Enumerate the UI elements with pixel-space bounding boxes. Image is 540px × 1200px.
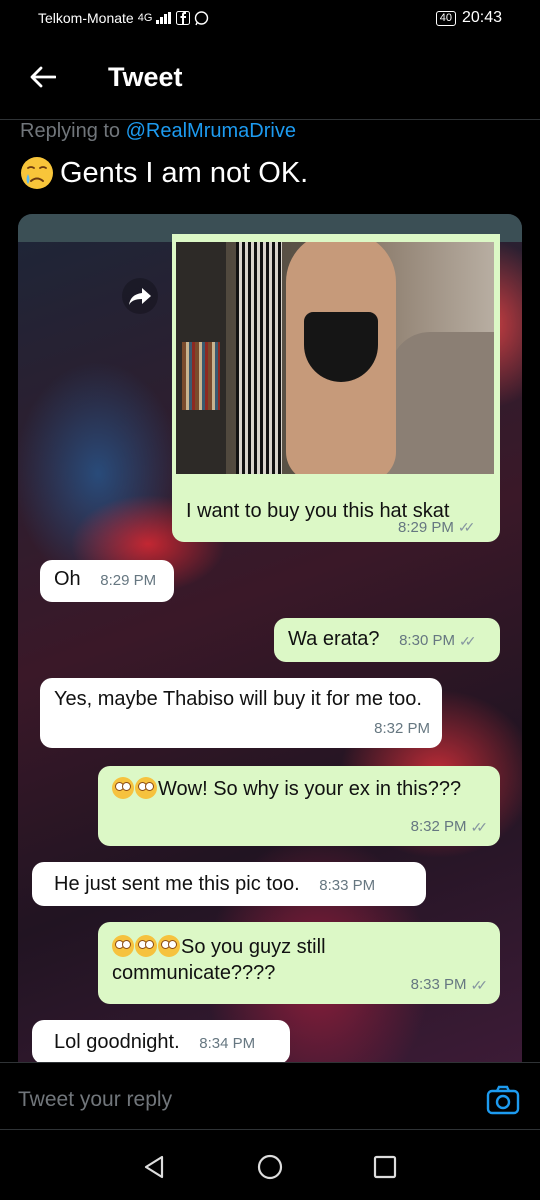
message-meta: 8:32 PM bbox=[374, 716, 430, 742]
chat-message-outgoing: I want to buy you this hat skat bbox=[172, 234, 500, 542]
message-time: 8:32 PM bbox=[374, 720, 430, 737]
carrier-name: Telkom-Monate bbox=[38, 10, 134, 26]
nav-recents-icon[interactable] bbox=[370, 1152, 400, 1182]
chat-message-incoming: Lol goodnight. 8:34 PM bbox=[32, 1020, 290, 1062]
chair bbox=[390, 332, 494, 474]
message-meta: 8:30 PM ✓✓ bbox=[399, 628, 477, 654]
status-right: 40 20:43 bbox=[435, 9, 502, 27]
battery-icon: 40 bbox=[435, 10, 456, 26]
chat-message-outgoing: So you guyz still communicate???? 8:33 P… bbox=[98, 922, 500, 1004]
status-bar: Telkom-Monate 4G 40 20:43 bbox=[0, 0, 540, 38]
flushed-face-emoji-icon bbox=[135, 935, 157, 957]
message-text: Yes, maybe Thabiso will buy it for me to… bbox=[54, 688, 422, 710]
message-time: 8:32 PM bbox=[410, 818, 467, 835]
read-ticks-icon: ✓✓ bbox=[457, 519, 476, 535]
message-text: Wa erata? bbox=[288, 628, 380, 650]
chat-message-incoming: Oh 8:29 PM bbox=[40, 560, 174, 602]
crying-face-emoji-icon bbox=[21, 157, 53, 189]
flushed-face-emoji-icon bbox=[135, 777, 157, 799]
flushed-face-emoji-icon bbox=[112, 935, 134, 957]
page-title: Tweet bbox=[108, 62, 183, 92]
message-meta: 8:29 PM ✓✓ bbox=[398, 519, 476, 536]
read-ticks-icon: ✓✓ bbox=[470, 977, 489, 993]
curtain bbox=[236, 242, 282, 474]
replying-to: Replying to @RealMrumaDrive bbox=[20, 120, 296, 143]
message-time: 8:30 PM bbox=[399, 632, 455, 649]
message-time: 8:29 PM bbox=[398, 519, 454, 536]
message-text: He just sent me this pic too. bbox=[54, 873, 300, 895]
back-button[interactable] bbox=[26, 60, 60, 94]
tweet-text: Gents I am not OK. bbox=[18, 154, 308, 192]
message-time: 8:33 PM bbox=[410, 976, 467, 993]
chat-message-outgoing: Wa erata? 8:30 PM ✓✓ bbox=[274, 618, 500, 662]
flushed-face-emoji-icon bbox=[158, 935, 180, 957]
message-meta: 8:29 PM bbox=[100, 568, 156, 594]
header: Tweet bbox=[0, 38, 540, 120]
facebook-icon bbox=[176, 11, 191, 25]
message-text: Oh bbox=[54, 568, 81, 590]
arrow-left-icon bbox=[30, 66, 56, 88]
replying-handle-link[interactable]: @RealMrumaDrive bbox=[126, 120, 296, 142]
status-left: Telkom-Monate 4G bbox=[38, 10, 209, 26]
replying-prefix: Replying to bbox=[20, 120, 121, 142]
chat-message-incoming: He just sent me this pic too. 8:33 PM bbox=[32, 862, 426, 906]
chat-message-incoming: Yes, maybe Thabiso will buy it for me to… bbox=[40, 678, 442, 748]
books bbox=[182, 342, 220, 410]
nav-home-icon[interactable] bbox=[255, 1152, 285, 1182]
message-meta: 8:32 PM ✓✓ bbox=[410, 814, 489, 840]
read-ticks-icon: ✓✓ bbox=[458, 633, 477, 649]
signal-icon bbox=[156, 12, 172, 24]
message-time: 8:34 PM bbox=[199, 1035, 256, 1052]
message-time: 8:29 PM bbox=[100, 572, 157, 589]
clock: 20:43 bbox=[461, 9, 502, 26]
bookshelf bbox=[176, 242, 226, 474]
read-ticks-icon: ✓✓ bbox=[470, 819, 489, 835]
flushed-face-emoji-icon bbox=[112, 777, 134, 799]
message-meta: 8:33 PM ✓✓ bbox=[410, 972, 489, 998]
chat-message-outgoing: Wow! So why is your ex in this??? 8:32 P… bbox=[98, 766, 500, 846]
nav-back-icon[interactable] bbox=[140, 1152, 170, 1182]
reply-input[interactable]: Tweet your reply bbox=[18, 1088, 172, 1112]
message-text: Lol goodnight. bbox=[54, 1031, 180, 1053]
tweet-body-text: Gents I am not OK. bbox=[60, 156, 309, 189]
system-nav-bar bbox=[0, 1130, 540, 1200]
network-type: 4G bbox=[137, 12, 153, 24]
reply-composer: Tweet your reply bbox=[0, 1062, 540, 1130]
shared-photo bbox=[176, 242, 494, 474]
message-text: Wow! So why is your ex in this??? bbox=[158, 778, 462, 800]
forward-icon bbox=[122, 278, 158, 314]
camera-icon[interactable] bbox=[486, 1085, 520, 1115]
message-time: 8:33 PM bbox=[319, 877, 376, 894]
message-meta: 8:33 PM bbox=[319, 873, 375, 899]
tweet-media-image[interactable]: I want to buy you this hat skat 8:29 PM … bbox=[18, 214, 522, 1062]
whatsapp-icon bbox=[195, 10, 209, 25]
message-meta: 8:34 PM bbox=[199, 1031, 255, 1057]
